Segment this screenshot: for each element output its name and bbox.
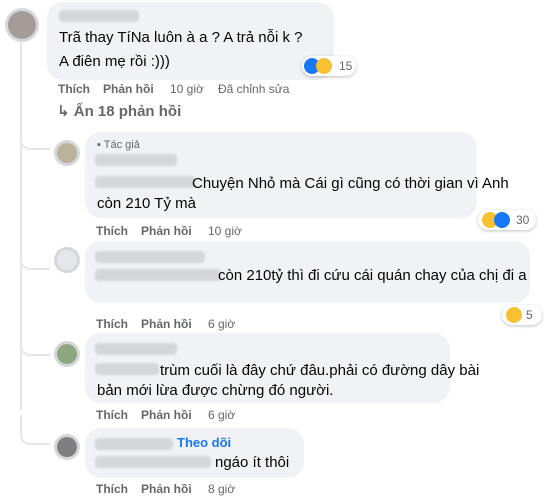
haha-reaction-icon — [506, 307, 522, 323]
comment-line: còn 210 Tỷ mà — [97, 195, 196, 212]
avatar[interactable] — [54, 247, 80, 273]
redacted-name — [95, 363, 159, 375]
redacted-name — [95, 251, 205, 263]
like-button[interactable]: Thích — [96, 482, 128, 496]
thread-hook — [20, 240, 50, 270]
reply-button[interactable]: Phản hồi — [141, 482, 192, 496]
avatar[interactable] — [54, 140, 80, 166]
author-badge: ▪ Tác giả — [97, 139, 140, 151]
redacted-name — [95, 343, 177, 355]
reply-button[interactable]: Phản hồi — [141, 408, 192, 422]
reply-arrow-icon: ↳ — [57, 103, 70, 120]
like-button[interactable]: Thích — [96, 408, 128, 422]
timestamp[interactable]: 8 giờ — [208, 482, 235, 496]
redacted-name — [59, 10, 139, 22]
comment-line: bản mới lừa được chừng đó người. — [97, 382, 334, 399]
thread-line — [20, 40, 22, 410]
like-button[interactable]: Thích — [96, 224, 128, 238]
redacted-name — [95, 456, 211, 468]
timestamp[interactable]: 6 giờ — [208, 317, 235, 331]
reaction-count[interactable]: 5 — [502, 305, 542, 325]
redacted-name — [95, 154, 177, 166]
comment-line: A điên mẹ rồi :))) — [59, 53, 170, 70]
timestamp[interactable]: 6 giờ — [208, 408, 235, 422]
like-button[interactable]: Thích — [58, 82, 90, 96]
haha-reaction-icon — [316, 58, 332, 74]
comment-bubble: ▪ Tác giả Chuyện Nhỏ mà Cái gì cũng có t… — [85, 132, 509, 218]
follow-button[interactable]: Theo dõi — [177, 435, 231, 450]
author-badge-icon: ▪ — [97, 139, 101, 151]
like-button[interactable]: Thích — [96, 317, 128, 331]
avatar[interactable] — [5, 8, 39, 42]
hide-replies-button[interactable]: ↳ Ẩn 18 phản hồi — [57, 102, 181, 120]
like-reaction-icon — [494, 212, 510, 228]
reply-button[interactable]: Phản hồi — [141, 317, 192, 331]
comment-line: trùm cuối là đây chứ đâu.phải có đường d… — [160, 362, 480, 379]
timestamp[interactable]: 10 giờ — [208, 224, 242, 238]
redacted-name — [95, 176, 195, 188]
comment-line: ngáo ít thôi — [215, 454, 290, 471]
avatar[interactable] — [54, 434, 80, 460]
comment-bubble: còn 210tỷ thì đi cứu cái quán chay của c… — [85, 241, 530, 303]
edited-label: Đã chỉnh sửa — [218, 82, 290, 96]
reaction-count[interactable]: 15 — [302, 56, 356, 76]
reply-button[interactable]: Phản hồi — [141, 224, 192, 238]
avatar[interactable] — [54, 341, 80, 367]
hide-replies-label: Ẩn 18 phản hồi — [73, 103, 182, 120]
comment-bubble: Theo dõi ngáo ít thôi — [85, 428, 304, 478]
thread-hook — [20, 120, 50, 150]
thread-hook — [20, 415, 50, 445]
comment-bubble: trùm cuối là đây chứ đâu.phải có đường d… — [85, 333, 479, 403]
reply-button[interactable]: Phản hồi — [103, 82, 154, 96]
thread-hook — [20, 326, 50, 356]
comment-line: còn 210tỷ thì đi cứu cái quán chay của c… — [218, 267, 527, 284]
reaction-count[interactable]: 30 — [478, 210, 536, 230]
comment-line: Trã thay TíNa luôn à a ? A trả nỗi k ? — [59, 29, 303, 46]
timestamp[interactable]: 10 giờ — [170, 82, 204, 96]
redacted-name — [95, 269, 221, 281]
redacted-name — [95, 438, 173, 450]
comment-bubble: Trã thay TíNa luôn à a ? A trả nỗi k ? A… — [47, 2, 334, 80]
comment-line: Chuyện Nhỏ mà Cái gì cũng có thời gian v… — [192, 175, 509, 192]
